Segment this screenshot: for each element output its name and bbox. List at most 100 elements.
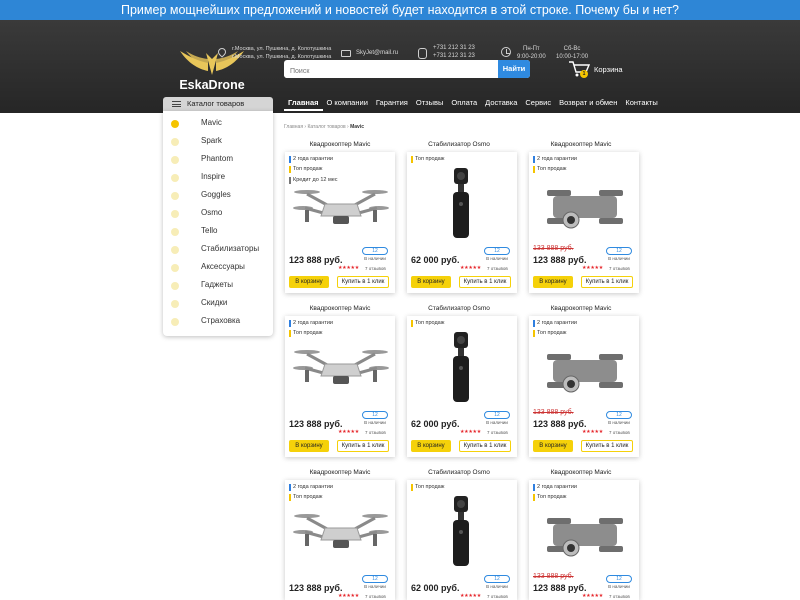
- reviews-link[interactable]: 7 отзывов: [609, 594, 630, 599]
- gimbal-osmo-image[interactable]: [449, 330, 473, 404]
- sidebar-item-inspire[interactable]: Inspire: [163, 170, 273, 188]
- drone-mavic-image[interactable]: [293, 510, 389, 558]
- breadcrumb-current: Mavic: [350, 124, 365, 130]
- reviews-link[interactable]: 7 отзывов: [365, 266, 386, 271]
- add-to-cart-button[interactable]: В корзину: [411, 440, 451, 452]
- nav-item-reviews[interactable]: Отзывы: [412, 97, 447, 111]
- add-to-cart-button[interactable]: В корзину: [533, 276, 573, 288]
- buy-one-click-button[interactable]: Купить в 1 клик: [337, 276, 389, 288]
- add-to-cart-button[interactable]: В корзину: [289, 440, 329, 452]
- product-title[interactable]: Квадрокоптер Mavic: [281, 141, 399, 148]
- drone-mavic-image[interactable]: [293, 346, 389, 394]
- buy-one-click-button[interactable]: Купить в 1 клик: [581, 440, 633, 452]
- sidebar-item-insurance[interactable]: Страховка: [163, 314, 273, 332]
- product-title[interactable]: Стабилизатор Osmo: [400, 305, 518, 312]
- top-sale-tag: Топ продаж: [533, 166, 566, 173]
- product-card: Топ продаж 62 000 руб. 12 В наличии ★★★★…: [407, 152, 517, 293]
- buy-one-click-button[interactable]: Купить в 1 клик: [459, 276, 511, 288]
- stock-label: В наличии: [364, 420, 386, 425]
- weekday-hours: Пн-Пт 9:00-20:00: [517, 45, 546, 61]
- sidebar-item-phantom[interactable]: Phantom: [163, 152, 273, 170]
- promo-banner[interactable]: Пример мощнейших предложений и новостей …: [0, 0, 800, 20]
- gimbal-osmo-image[interactable]: [449, 494, 473, 568]
- product-title[interactable]: Квадрокоптер Mavic: [522, 305, 640, 312]
- warranty-tag: 2 года гарантии: [533, 156, 577, 163]
- reviews-link[interactable]: 7 отзывов: [487, 594, 508, 599]
- sidebar-item-gimbals[interactable]: Стабилизаторы: [163, 242, 273, 260]
- nav-item-contacts[interactable]: Контакты: [621, 97, 661, 111]
- gimbal-osmo-image[interactable]: [449, 166, 473, 240]
- reviews-link[interactable]: 7 отзывов: [365, 430, 386, 435]
- sidebar-item-label: Гаджеты: [201, 280, 233, 289]
- sidebar-item-accessories[interactable]: Аксессуары: [163, 260, 273, 278]
- add-to-cart-button[interactable]: В корзину: [533, 440, 573, 452]
- nav-item-home[interactable]: Главная: [284, 97, 323, 111]
- catalog-toggle-button[interactable]: Каталог товаров: [163, 97, 273, 111]
- product-title[interactable]: Стабилизатор Osmo: [400, 141, 518, 148]
- logo-text: EskaDrone: [179, 78, 245, 92]
- bullet-icon: [171, 174, 179, 182]
- reviews-link[interactable]: 7 отзывов: [487, 430, 508, 435]
- reviews-link[interactable]: 7 отзывов: [609, 266, 630, 271]
- reviews-link[interactable]: 7 отзывов: [487, 266, 508, 271]
- breadcrumb-path[interactable]: Главная › Каталог товаров ›: [284, 124, 350, 130]
- buy-one-click-button[interactable]: Купить в 1 клик: [581, 276, 633, 288]
- stock-count-badge: 12: [484, 575, 510, 583]
- sidebar-item-gadgets[interactable]: Гаджеты: [163, 278, 273, 296]
- sidebar-item-label: Стабилизаторы: [201, 244, 260, 253]
- product-card: Топ продаж 62 000 руб. 12 В наличии ★★★★…: [407, 480, 517, 600]
- drone-folded-image[interactable]: [543, 346, 627, 398]
- drone-folded-image[interactable]: [543, 510, 627, 562]
- stock-label: В наличии: [364, 256, 386, 261]
- drone-mavic-image[interactable]: [293, 186, 389, 234]
- bullet-icon: [171, 318, 179, 326]
- sidebar-item-tello[interactable]: Tello: [163, 224, 273, 242]
- bullet-icon: [171, 192, 179, 200]
- product-title[interactable]: Стабилизатор Osmo: [400, 469, 518, 476]
- promo-text: Пример мощнейших предложений и новостей …: [121, 3, 679, 17]
- nav-item-payment[interactable]: Оплата: [447, 97, 481, 111]
- mail-icon: [341, 50, 351, 57]
- stock-label: В наличии: [486, 584, 508, 589]
- sidebar-item-spark[interactable]: Spark: [163, 134, 273, 152]
- sidebar-item-discounts[interactable]: Скидки: [163, 296, 273, 314]
- bullet-icon: [171, 264, 179, 272]
- rating-stars: ★★★★★: [338, 429, 359, 435]
- drone-folded-image[interactable]: [543, 182, 627, 234]
- search-button[interactable]: Найти: [498, 60, 530, 78]
- buy-one-click-button[interactable]: Купить в 1 клик: [337, 440, 389, 452]
- add-to-cart-button[interactable]: В корзину: [289, 276, 329, 288]
- product-title[interactable]: Квадрокоптер Mavic: [281, 305, 399, 312]
- reviews-link[interactable]: 7 отзывов: [365, 594, 386, 599]
- top-sale-tag: Топ продаж: [289, 494, 322, 501]
- stock-count-badge: 12: [484, 411, 510, 419]
- rating-stars: ★★★★★: [460, 593, 481, 599]
- product-title[interactable]: Квадрокоптер Mavic: [281, 469, 399, 476]
- stock-label: В наличии: [486, 256, 508, 261]
- reviews-link[interactable]: 7 отзывов: [609, 430, 630, 435]
- product-title[interactable]: Квадрокоптер Mavic: [522, 469, 640, 476]
- sidebar-item-label: Mavic: [201, 118, 222, 127]
- add-to-cart-button[interactable]: В корзину: [411, 276, 451, 288]
- sidebar-item-mavic[interactable]: Mavic: [163, 116, 273, 134]
- product-card: 2 года гарантии Топ продаж 133 888 руб. …: [529, 152, 639, 293]
- nav-item-warranty[interactable]: Гарантия: [372, 97, 412, 111]
- buy-one-click-button[interactable]: Купить в 1 клик: [459, 440, 511, 452]
- search-input[interactable]: [284, 62, 498, 78]
- top-sale-tag: Топ продаж: [533, 494, 566, 501]
- stock-count-badge: 12: [606, 247, 632, 255]
- nav-item-about[interactable]: О компании: [323, 97, 372, 111]
- product-title[interactable]: Квадрокоптер Mavic: [522, 141, 640, 148]
- nav-item-service[interactable]: Сервис: [521, 97, 555, 111]
- phone-link[interactable]: +731 212 31 23: [433, 44, 475, 52]
- email-link[interactable]: SkyJet@mail.ru: [356, 49, 398, 57]
- sidebar-item-goggles[interactable]: Goggles: [163, 188, 273, 206]
- nav-item-delivery[interactable]: Доставка: [481, 97, 521, 111]
- phone-link[interactable]: +731 212 31 23: [433, 52, 475, 60]
- top-sale-tag: Топ продаж: [411, 320, 444, 327]
- old-price: 133 888 руб.: [533, 409, 574, 416]
- nav-item-returns[interactable]: Возврат и обмен: [555, 97, 621, 111]
- sidebar-item-osmo[interactable]: Osmo: [163, 206, 273, 224]
- stock-count-badge: 12: [362, 575, 388, 583]
- cart-link[interactable]: 1 Корзина: [568, 60, 628, 80]
